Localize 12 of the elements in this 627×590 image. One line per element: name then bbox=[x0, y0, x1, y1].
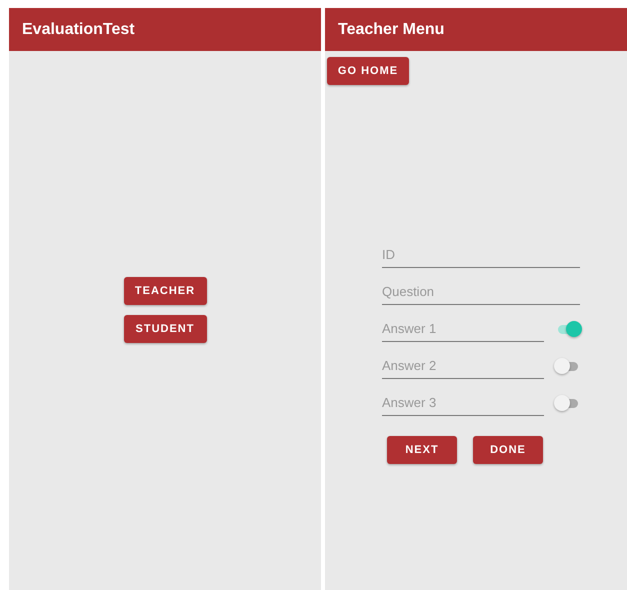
answer-field[interactable]: Answer 3 bbox=[382, 389, 544, 416]
text-field[interactable]: ID bbox=[382, 241, 580, 268]
app-title: Teacher Menu bbox=[338, 20, 444, 38]
text-field[interactable]: Question bbox=[382, 278, 580, 305]
go-home-button[interactable]: GO HOME bbox=[327, 57, 409, 85]
answer-field[interactable]: Answer 2 bbox=[382, 352, 544, 379]
answer-field[interactable]: Answer 1 bbox=[382, 315, 544, 342]
menu-button[interactable]: STUDENT bbox=[124, 314, 206, 342]
action-button[interactable]: NEXT bbox=[387, 436, 457, 464]
app-title: EvaluationTest bbox=[22, 20, 135, 38]
menu-button[interactable]: TEACHER bbox=[124, 276, 206, 304]
action-button[interactable]: DONE bbox=[473, 436, 543, 464]
